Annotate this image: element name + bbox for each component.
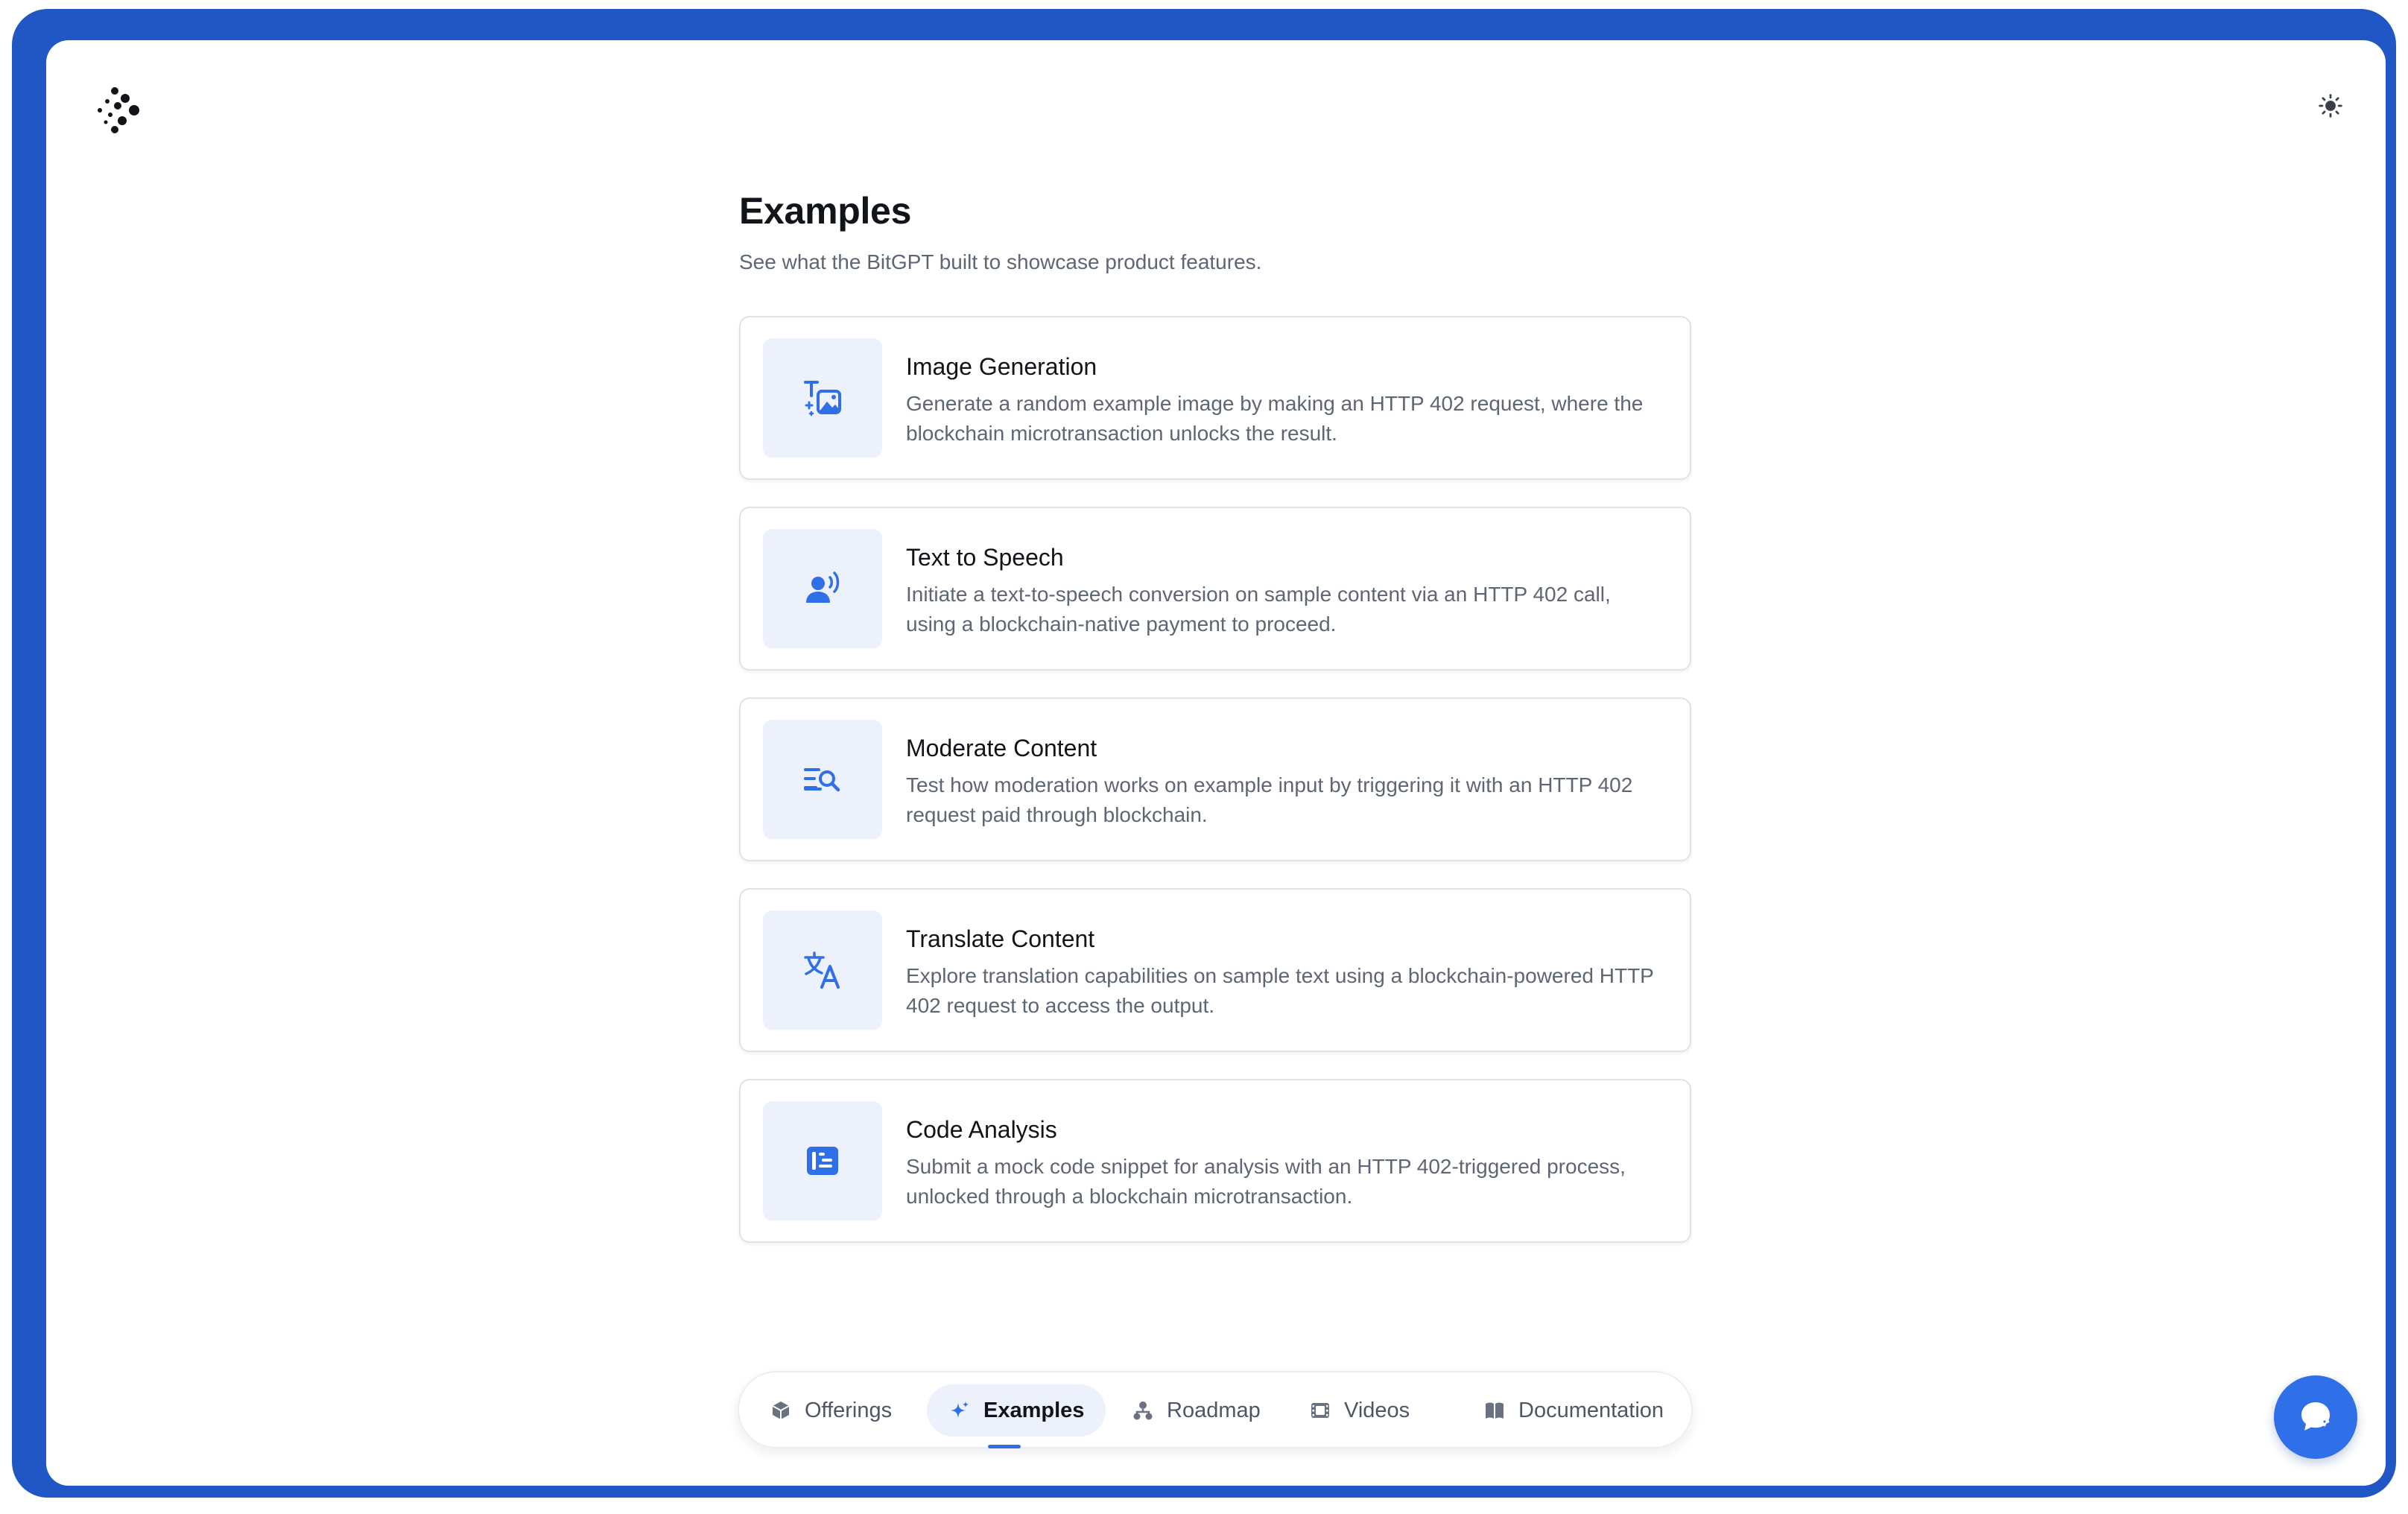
card-description: Test how moderation works on example inp… xyxy=(906,773,1633,826)
bottom-nav: Offerings Examples Roadmap Videos Docume… xyxy=(738,1371,1693,1448)
book-icon xyxy=(1486,1402,1504,1419)
sparkle-icon xyxy=(951,1401,969,1418)
nav-item-label: Offerings xyxy=(805,1398,893,1422)
hierarchy-icon xyxy=(1133,1401,1153,1420)
card-title: Image Generation xyxy=(906,353,1097,380)
example-card-moderate-content[interactable]: Moderate Content Test how moderation wor… xyxy=(739,697,1691,861)
card-description: Submit a mock code snippet for analysis … xyxy=(906,1155,1626,1208)
film-icon xyxy=(1311,1403,1329,1418)
example-card-translate-content[interactable]: Translate Content Explore translation ca… xyxy=(739,888,1691,1052)
nav-item-label: Videos xyxy=(1344,1398,1410,1422)
translate-icon xyxy=(763,910,882,1030)
app-window: Examples See what the BitGPT built to sh… xyxy=(46,40,2386,1486)
nav-item-offerings[interactable]: Offerings xyxy=(770,1384,892,1437)
page-title: Examples xyxy=(739,190,912,232)
card-title: Moderate Content xyxy=(906,735,1097,761)
nav-item-label: Roadmap xyxy=(1167,1398,1261,1422)
bitgpt-logo-icon[interactable] xyxy=(95,85,148,137)
example-card-image-generation[interactable]: Image Generation Generate a random examp… xyxy=(739,316,1691,480)
card-title: Text to Speech xyxy=(906,544,1064,571)
card-description: Explore translation capabilities on samp… xyxy=(906,964,1654,1017)
chat-sparkle-icon[interactable] xyxy=(2274,1375,2357,1459)
nav-item-label: Documentation xyxy=(1518,1398,1664,1422)
cube-icon xyxy=(772,1401,790,1419)
sun-icon[interactable] xyxy=(2308,83,2353,128)
outer-frame: Examples See what the BitGPT built to sh… xyxy=(12,9,2396,1498)
nav-item-label: Examples xyxy=(983,1398,1085,1422)
nav-item-examples[interactable]: Examples xyxy=(927,1384,1106,1448)
nav-item-documentation[interactable]: Documentation xyxy=(1484,1384,1664,1437)
voice-icon xyxy=(763,529,882,648)
nav-item-roadmap[interactable]: Roadmap xyxy=(1132,1384,1261,1437)
card-description: Generate a random example image by makin… xyxy=(906,392,1644,445)
active-indicator xyxy=(988,1445,1021,1448)
code-list-icon xyxy=(763,1101,882,1220)
example-card-code-analysis[interactable]: Code Analysis Submit a mock code snippet… xyxy=(739,1079,1691,1243)
card-title: Code Analysis xyxy=(906,1116,1057,1143)
page-subtitle: See what the BitGPT built to showcase pr… xyxy=(739,250,1262,273)
nav-item-videos[interactable]: Videos xyxy=(1310,1384,1410,1437)
text-to-image-icon xyxy=(763,338,882,457)
card-title: Translate Content xyxy=(906,925,1095,952)
example-card-text-to-speech[interactable]: Text to Speech Initiate a text-to-speech… xyxy=(739,507,1691,671)
text-search-icon xyxy=(763,720,882,839)
card-description: Initiate a text-to-speech conversion on … xyxy=(906,583,1611,636)
